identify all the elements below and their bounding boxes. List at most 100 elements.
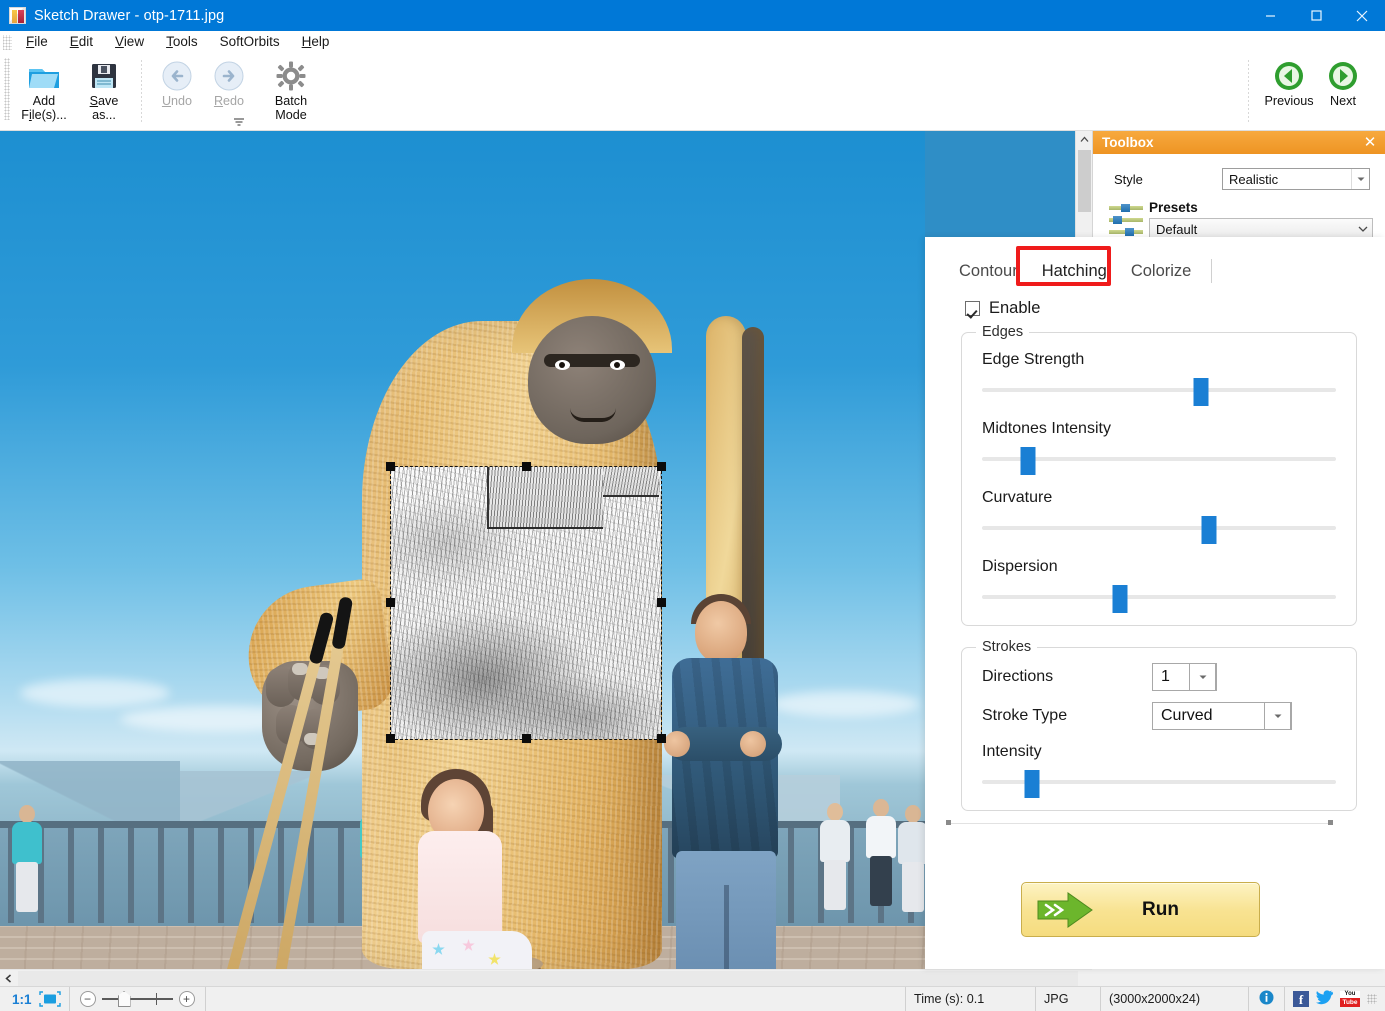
midtones-intensity-label: Midtones Intensity	[982, 420, 1111, 437]
menubar: File Edit View Tools SoftOrbits Help	[0, 31, 1385, 54]
slider-thumb[interactable]	[1112, 585, 1128, 613]
directions-value: 1	[1161, 668, 1170, 685]
selection-handle-ne[interactable]	[657, 462, 666, 471]
selection-handle-w[interactable]	[386, 598, 395, 607]
selection-handle-s[interactable]	[522, 734, 531, 743]
selection-handle-n[interactable]	[522, 462, 531, 471]
batch-mode-label-1: Batch	[274, 94, 308, 108]
toolbar-overflow-chevron[interactable]	[231, 115, 247, 129]
tab-contour[interactable]: Contour	[947, 258, 1030, 289]
chevron-down-icon[interactable]	[1189, 663, 1216, 691]
directions-dropdown[interactable]: 1	[1152, 663, 1217, 691]
menu-edit[interactable]: Edit	[59, 32, 104, 52]
chevron-down-icon[interactable]	[1354, 219, 1372, 239]
run-button[interactable]: Run	[1021, 882, 1260, 937]
toolbox-header: Toolbox ✕	[1093, 131, 1385, 154]
stroke-type-dropdown[interactable]: Curved	[1152, 702, 1292, 730]
navigation-group: Previous Next	[1239, 54, 1385, 122]
slider-thumb[interactable]	[1193, 378, 1209, 406]
zoom-slider[interactable]: − +	[79, 989, 195, 1009]
selection-handle-se[interactable]	[657, 734, 666, 743]
man-head	[695, 601, 747, 663]
menu-edit-label: dit	[78, 34, 94, 49]
slider-thumb[interactable]	[1024, 770, 1040, 798]
selection-handle-nw[interactable]	[386, 462, 395, 471]
undo-button[interactable]: Undo	[151, 54, 203, 108]
curvature-slider[interactable]	[982, 516, 1336, 544]
add-files-button[interactable]: Add File(s)...	[12, 54, 76, 122]
youtube-you-text: You	[1340, 991, 1360, 998]
zoom-slider-cell[interactable]: − +	[70, 987, 206, 1011]
dimensions-label: (3000x2000x24)	[1109, 992, 1201, 1006]
minimize-button[interactable]	[1247, 0, 1293, 31]
curvature-block: Curvature	[982, 489, 1336, 544]
youtube-icon[interactable]: You Tube	[1340, 991, 1360, 1007]
close-button[interactable]	[1339, 0, 1385, 31]
fit-to-window-icon[interactable]	[38, 991, 61, 1007]
run-label: Run	[1142, 898, 1179, 920]
menu-help[interactable]: Help	[291, 32, 341, 52]
style-dropdown[interactable]: Realistic	[1222, 168, 1370, 190]
intensity-slider[interactable]	[982, 770, 1336, 798]
dispersion-slider[interactable]	[982, 585, 1336, 613]
enable-row[interactable]: Enable	[925, 289, 1385, 318]
previous-label: Previous	[1264, 94, 1314, 108]
midtones-intensity-slider[interactable]	[982, 447, 1336, 475]
redo-button[interactable]: Redo	[203, 54, 255, 108]
zoom-out-button[interactable]: −	[79, 991, 96, 1007]
zoom-slider-thumb[interactable]	[117, 991, 131, 1007]
image-canvas[interactable]	[0, 131, 1075, 969]
yeti-head	[528, 316, 656, 444]
save-as-button[interactable]: Save as...	[76, 54, 132, 122]
tabs-separator	[1211, 259, 1213, 283]
toolbar-separator-2	[1248, 60, 1249, 122]
panel-splitter[interactable]	[938, 820, 1338, 825]
selection-handle-sw[interactable]	[386, 734, 395, 743]
zoom-in-button[interactable]: +	[178, 991, 195, 1007]
slider-thumb[interactable]	[1201, 516, 1217, 544]
menu-view[interactable]: View	[104, 32, 155, 52]
next-button[interactable]: Next	[1317, 54, 1369, 108]
scroll-track-horizontal[interactable]	[18, 971, 1078, 986]
sketch-drawer-icon	[9, 7, 26, 24]
tab-hatching[interactable]: Hatching	[1030, 258, 1119, 289]
tab-colorize[interactable]: Colorize	[1119, 258, 1204, 289]
batch-mode-button[interactable]: Batch Mode	[263, 54, 319, 122]
edge-strength-label: Edge Strength	[982, 351, 1085, 368]
chevron-down-icon[interactable]	[1264, 702, 1291, 730]
info-cell[interactable]	[1249, 987, 1285, 1011]
man-jeans	[676, 851, 776, 969]
menu-file[interactable]: File	[15, 32, 59, 52]
info-icon[interactable]	[1259, 990, 1274, 1008]
scroll-left-arrow[interactable]	[0, 970, 17, 987]
twitter-icon[interactable]	[1316, 990, 1334, 1008]
enable-label: Enable	[989, 299, 1041, 317]
previous-button[interactable]: Previous	[1261, 54, 1317, 108]
slider-thumb[interactable]	[1020, 447, 1036, 475]
scroll-thumb-vertical[interactable]	[1078, 150, 1091, 212]
sketch-preview-selection[interactable]	[386, 462, 666, 743]
facebook-icon[interactable]: f	[1293, 991, 1309, 1007]
menubar-grip[interactable]	[3, 34, 12, 50]
directions-label: Directions	[982, 668, 1054, 685]
toolbox-close-icon[interactable]: ✕	[1362, 135, 1378, 151]
window-controls	[1247, 0, 1385, 31]
menu-softorbits[interactable]: SoftOrbits	[209, 32, 291, 52]
selection-handle-e[interactable]	[657, 598, 666, 607]
scroll-up-arrow[interactable]	[1076, 131, 1093, 148]
statusbar-resize-grip[interactable]	[1367, 994, 1377, 1004]
style-label: Style	[1114, 171, 1143, 187]
statusbar: 1:1 − + Time (s): 0.1 JPG (3000x2000x24)…	[0, 986, 1385, 1011]
maximize-button[interactable]	[1293, 0, 1339, 31]
presets-column: Presets Default	[1149, 200, 1373, 240]
star-pattern	[488, 953, 501, 965]
edge-strength-slider[interactable]	[982, 378, 1336, 406]
chevron-down-icon[interactable]	[1351, 169, 1369, 189]
canvas-horizontal-scrollbar[interactable]	[0, 969, 1092, 986]
application-window: Sketch Drawer - otp-1711.jpg File Edit V…	[0, 0, 1385, 1011]
zoom-ratio-cell[interactable]: 1:1	[0, 987, 70, 1011]
enable-checkbox[interactable]	[965, 301, 980, 316]
menu-tools[interactable]: Tools	[155, 32, 209, 52]
menu-file-label: ile	[34, 34, 48, 49]
toolbar-grip[interactable]	[4, 58, 10, 120]
